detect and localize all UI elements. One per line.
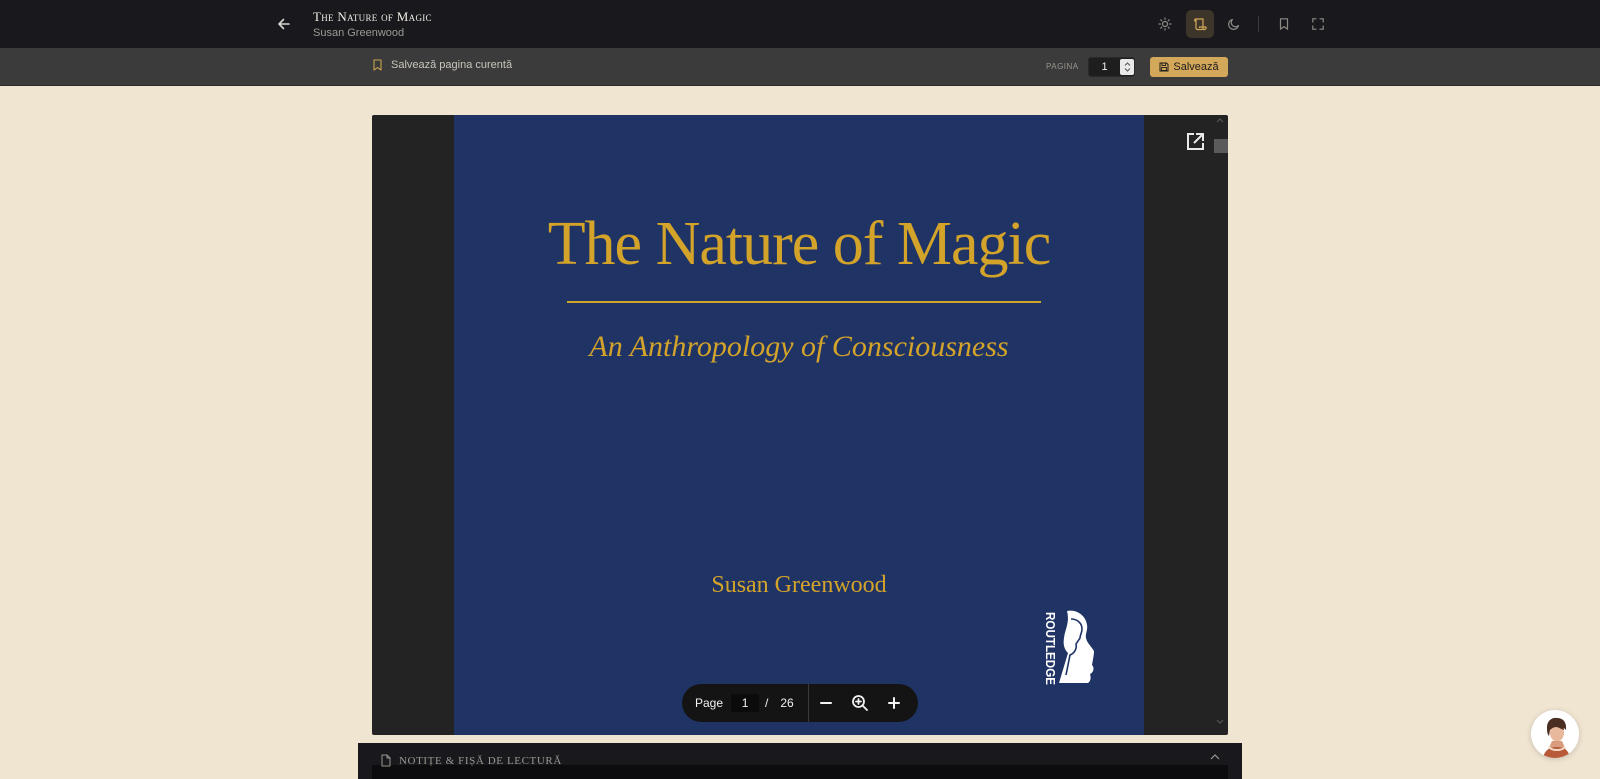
- routledge-logo: ROUTLEDGE: [1043, 610, 1094, 685]
- zoom-icon: [851, 695, 868, 711]
- pdf-page-input[interactable]: 1: [731, 694, 760, 712]
- dark-theme-button[interactable]: [1220, 10, 1248, 38]
- save-current-page-button[interactable]: Salvează pagina curentă: [372, 59, 512, 71]
- pdf-viewer: The Nature of Magic An Anthropology of C…: [372, 115, 1228, 735]
- zoom-in-button[interactable]: [877, 684, 911, 722]
- book-cover-page: The Nature of Magic An Anthropology of C…: [454, 115, 1144, 735]
- light-theme-button[interactable]: [1151, 10, 1179, 38]
- chevron-up-icon: [1124, 62, 1130, 66]
- cover-divider: [567, 301, 1041, 303]
- cover-title: The Nature of Magic: [547, 210, 1052, 278]
- header-divider: [1258, 16, 1259, 32]
- book-title: The Nature of Magic: [313, 9, 432, 24]
- assistant-avatar[interactable]: [1531, 710, 1579, 758]
- chevron-down-icon[interactable]: [1216, 719, 1224, 725]
- viewer-scrollbar[interactable]: [1212, 115, 1228, 735]
- page-toolbar: Salvează pagina curentă PAGINA 1 Salveaz…: [0, 48, 1600, 86]
- notes-panel-toggle[interactable]: Notițe & fișă de lectură: [380, 754, 562, 767]
- sepia-theme-button[interactable]: [1186, 10, 1214, 38]
- bookmark-button[interactable]: [1270, 10, 1298, 38]
- save-icon: [1159, 62, 1169, 72]
- save-button[interactable]: Salvează: [1150, 57, 1228, 77]
- notes-panel-body: [372, 765, 1228, 779]
- zoom-out-button[interactable]: [809, 684, 843, 722]
- arrow-left-icon: [278, 18, 290, 30]
- fullscreen-button[interactable]: [1304, 10, 1332, 38]
- book-title-block: The Nature of Magic Susan Greenwood: [313, 9, 432, 39]
- pdf-total-pages: 26: [780, 696, 794, 710]
- cover-author: Susan Greenwood: [711, 572, 887, 598]
- cover-subtitle: An Anthropology of Consciousness: [589, 330, 1009, 363]
- chevron-down-icon: [1124, 68, 1130, 72]
- chevron-up-icon[interactable]: [1216, 117, 1224, 123]
- page-number-label: PAGINA: [1046, 62, 1079, 71]
- sun-icon: [1158, 17, 1172, 31]
- save-current-page-label: Salvează pagina curentă: [391, 59, 513, 71]
- book-author: Susan Greenwood: [313, 27, 405, 39]
- publisher-name: ROUTLEDGE: [1043, 612, 1057, 685]
- document-icon: [381, 754, 391, 767]
- fullscreen-icon: [1312, 18, 1324, 30]
- plus-icon: [887, 697, 900, 709]
- scrollbar-thumb[interactable]: [1214, 139, 1228, 153]
- pdf-page-controls: Page 1 / 26: [682, 684, 918, 722]
- app-header: The Nature of Magic Susan Greenwood: [0, 0, 1600, 48]
- bookmark-icon: [1279, 18, 1289, 30]
- moon-icon: [1228, 18, 1240, 30]
- pdf-page-separator: /: [765, 696, 769, 710]
- back-button[interactable]: [272, 12, 296, 36]
- notes-panel: Notițe & fișă de lectură: [358, 743, 1242, 779]
- notes-panel-title: Notițe & fișă de lectură: [399, 754, 562, 767]
- chevron-up-icon[interactable]: [1210, 754, 1220, 760]
- scroll-icon: [1194, 18, 1207, 31]
- page-number-stepper[interactable]: [1120, 59, 1134, 75]
- bookmark-icon: [373, 59, 382, 71]
- zoom-fit-button[interactable]: [843, 684, 877, 722]
- pdf-page-label: Page: [695, 696, 724, 710]
- open-external-icon: [1187, 133, 1204, 150]
- minus-icon: [819, 702, 832, 704]
- save-button-label: Salvează: [1173, 61, 1219, 73]
- avatar-portrait-icon: [1531, 710, 1579, 758]
- open-external-button[interactable]: [1184, 131, 1206, 153]
